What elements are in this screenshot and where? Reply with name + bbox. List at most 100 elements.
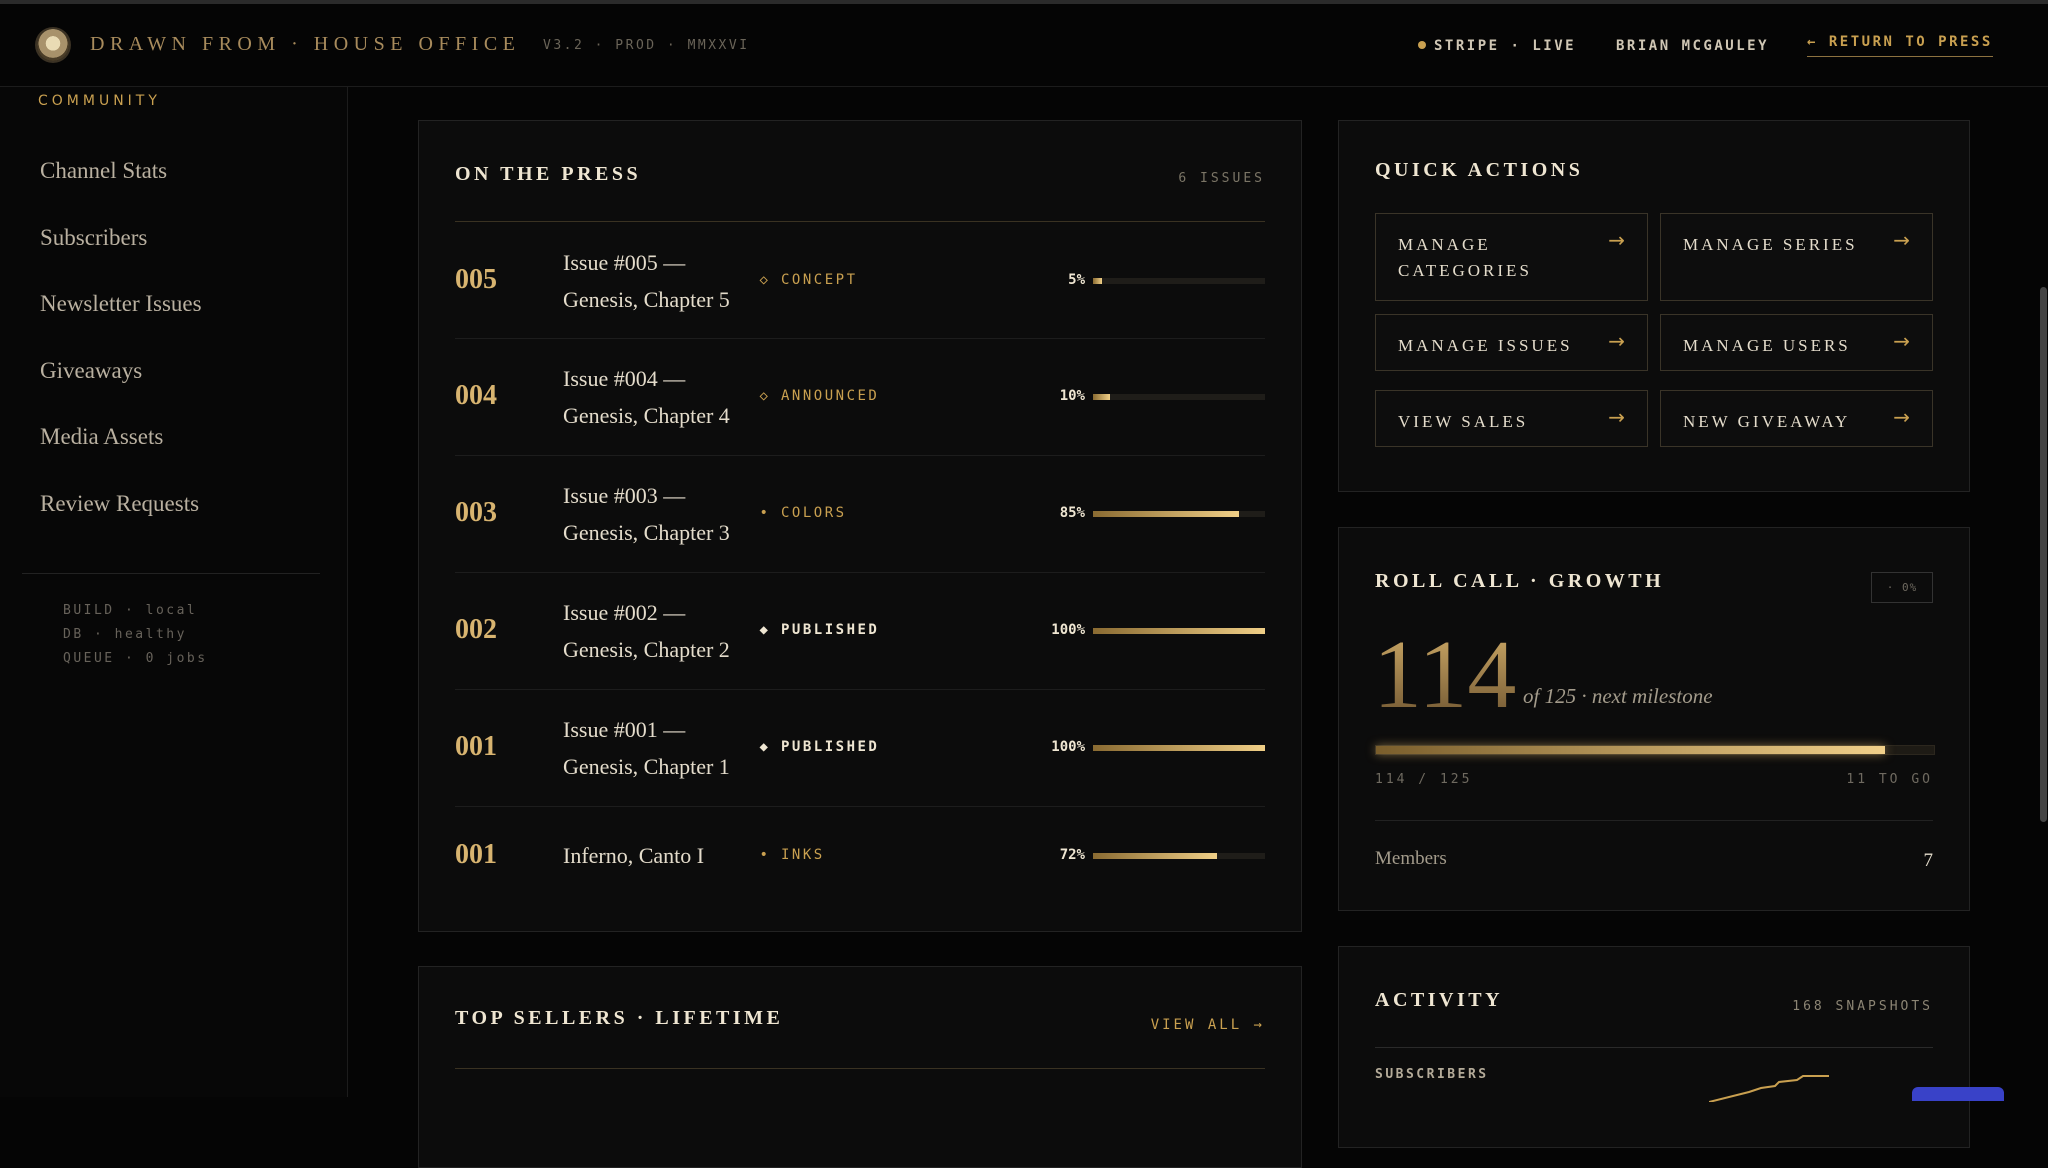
panel-title: ACTIVITY: [1375, 989, 1504, 1011]
status-dot-icon: [1418, 41, 1426, 49]
roll-call-panel: ROLL CALL · GROWTH · 0% 114 of 125 · nex…: [1338, 527, 1970, 911]
issue-title: Issue #004 — Genesis, Chapter 4: [563, 365, 730, 428]
sidebar-section-community: COMMUNITY: [38, 93, 161, 109]
panel-title: ROLL CALL · GROWTH: [1375, 570, 1665, 592]
progress-fill: [1093, 393, 1111, 400]
progress-bar: [1093, 627, 1265, 634]
new-giveaway-button[interactable]: NEW GIVEAWAY →: [1660, 390, 1933, 447]
sidebar-item-subscribers[interactable]: Subscribers: [40, 214, 202, 281]
issue-title: Issue #002 — Genesis, Chapter 2: [563, 599, 730, 662]
sidebar-item-review-requests[interactable]: Review Requests: [40, 480, 202, 547]
sidebar: COMMUNITY Channel Stats Subscribers News…: [0, 87, 348, 1097]
issue-number: 004: [455, 379, 497, 411]
manage-issues-button[interactable]: MANAGE ISSUES →: [1375, 314, 1648, 371]
quick-actions-panel: QUICK ACTIONS MANAGE CATEGORIES → MANAGE…: [1338, 120, 1970, 492]
sidebar-item-giveaways[interactable]: Giveaways: [40, 347, 202, 414]
progress-percent: 85%: [1059, 504, 1085, 521]
status-marker-icon: ◆: [759, 621, 771, 638]
remaining-count: 11 TO GO: [1846, 772, 1933, 787]
divider: [1375, 1047, 1933, 1048]
arrow-right-icon: →: [1608, 329, 1625, 353]
progress-fill: [1093, 627, 1265, 634]
status-marker-icon: ◇: [759, 387, 771, 404]
return-to-press-link[interactable]: ← RETURN TO PRESS: [1807, 34, 1993, 57]
db-status: DB · healthy: [63, 627, 187, 642]
members-value: 7: [1923, 850, 1934, 871]
status-label: CONCEPT: [781, 271, 858, 288]
issue-title: Issue #001 — Genesis, Chapter 1: [563, 716, 730, 779]
members-label: Members: [1375, 848, 1447, 869]
snapshot-count: 168 SNAPSHOTS: [1792, 999, 1933, 1014]
status-label: INKS: [781, 847, 825, 863]
version-label: V3.2 · PROD · MMXXVI: [543, 38, 750, 53]
view-all-link[interactable]: VIEW ALL →: [1151, 1017, 1265, 1033]
panel-title: QUICK ACTIONS: [1375, 159, 1584, 181]
status-badge: ◇ CONCEPT: [759, 272, 858, 288]
brand-title: DRAWN FROM · HOUSE OFFICE: [90, 33, 521, 55]
sidebar-item-newsletter-issues[interactable]: Newsletter Issues: [40, 280, 202, 347]
progress-percent: 5%: [1068, 271, 1085, 288]
arrow-right-icon: →: [1893, 228, 1910, 252]
progress-bar: [1093, 277, 1265, 284]
button-label: MANAGE SERIES: [1683, 235, 1858, 254]
top-bar: DRAWN FROM · HOUSE OFFICE V3.2 · PROD · …: [0, 4, 2048, 87]
status-label: PUBLISHED: [781, 621, 880, 638]
seal-logo-icon[interactable]: [37, 29, 69, 61]
progress-bar: [1093, 510, 1265, 517]
status-marker-icon: ◆: [759, 738, 771, 755]
button-label: MANAGE ISSUES: [1398, 336, 1573, 355]
view-sales-button[interactable]: VIEW SALES →: [1375, 390, 1648, 447]
milestone-progress-fill: [1376, 746, 1885, 754]
sparkline-path: [1709, 1075, 1829, 1102]
panel-title: ON THE PRESS: [455, 163, 642, 185]
progress-bar: [1093, 853, 1265, 859]
panel-title: TOP SELLERS · LIFETIME: [455, 1007, 784, 1029]
status-label: ANNOUNCED: [781, 387, 880, 404]
milestone-progress-bar: [1375, 745, 1935, 755]
top-sellers-panel: TOP SELLERS · LIFETIME VIEW ALL →: [418, 966, 1302, 1168]
press-row[interactable]: 002 Issue #002 — Genesis, Chapter 2 ◆ PUBLI…: [455, 572, 1265, 690]
arrow-right-icon: →: [1893, 405, 1910, 429]
issue-count: 6 ISSUES: [1178, 171, 1265, 186]
growth-change-badge: · 0%: [1871, 572, 1933, 603]
button-label: MANAGE CATEGORIES: [1398, 235, 1532, 280]
stripe-status: STRIPE · LIVE: [1418, 38, 1576, 54]
system-status: BUILD · local DB · healthy QUEUE · 0 job…: [63, 599, 208, 671]
progress-bar: [1093, 393, 1265, 400]
user-name[interactable]: BRIAN MCGAULEY: [1616, 38, 1769, 54]
progress-bar: [1093, 744, 1265, 751]
subscriber-count: 114: [1373, 621, 1517, 729]
progress-fill: [1093, 277, 1102, 284]
sidebar-item-media-assets[interactable]: Media Assets: [40, 413, 202, 480]
manage-categories-button[interactable]: MANAGE CATEGORIES →: [1375, 213, 1648, 301]
status-badge: • COLORS: [759, 505, 847, 521]
press-row[interactable]: 001 Issue #001 — Genesis, Chapter 1 ◆ PUBLI…: [455, 689, 1265, 807]
status-badge: ◆ PUBLISHED: [759, 739, 879, 755]
issue-number: 001: [455, 730, 497, 762]
sidebar-nav: Channel Stats Subscribers Newsletter Iss…: [40, 147, 202, 546]
press-row[interactable]: 001 Inferno, Canto I • INKS 72%: [455, 806, 1265, 906]
press-row[interactable]: 004 Issue #004 — Genesis, Chapter 4 ◇ ANNOU…: [455, 338, 1265, 456]
issue-number: 002: [455, 613, 497, 645]
issue-number: 005: [455, 263, 497, 295]
arrow-right-icon: →: [1608, 405, 1625, 429]
progress-percent: 10%: [1059, 387, 1085, 404]
progress-fill: [1093, 510, 1240, 517]
arrow-right-icon: →: [1608, 228, 1625, 252]
manage-users-button[interactable]: MANAGE USERS →: [1660, 314, 1933, 371]
button-label: VIEW SALES: [1398, 412, 1529, 431]
status-marker-icon: •: [759, 847, 771, 863]
press-row[interactable]: 003 Issue #003 — Genesis, Chapter 3 • COLOR…: [455, 455, 1265, 573]
sidebar-item-channel-stats[interactable]: Channel Stats: [40, 147, 202, 214]
manage-series-button[interactable]: MANAGE SERIES →: [1660, 213, 1933, 301]
divider: [455, 221, 1265, 222]
sidebar-divider: [22, 573, 320, 574]
floating-help-button[interactable]: [1912, 1087, 2004, 1101]
button-label: NEW GIVEAWAY: [1683, 412, 1851, 431]
scrollbar-thumb[interactable]: [2040, 287, 2047, 822]
status-badge: ◇ ANNOUNCED: [759, 388, 879, 404]
progress-percent: 100%: [1051, 621, 1085, 638]
arrow-right-icon: →: [1893, 329, 1910, 353]
progress-percent: 100%: [1051, 738, 1085, 755]
press-row[interactable]: 005 Issue #005 — Genesis, Chapter 5 ◇ CONCE…: [455, 223, 1265, 339]
